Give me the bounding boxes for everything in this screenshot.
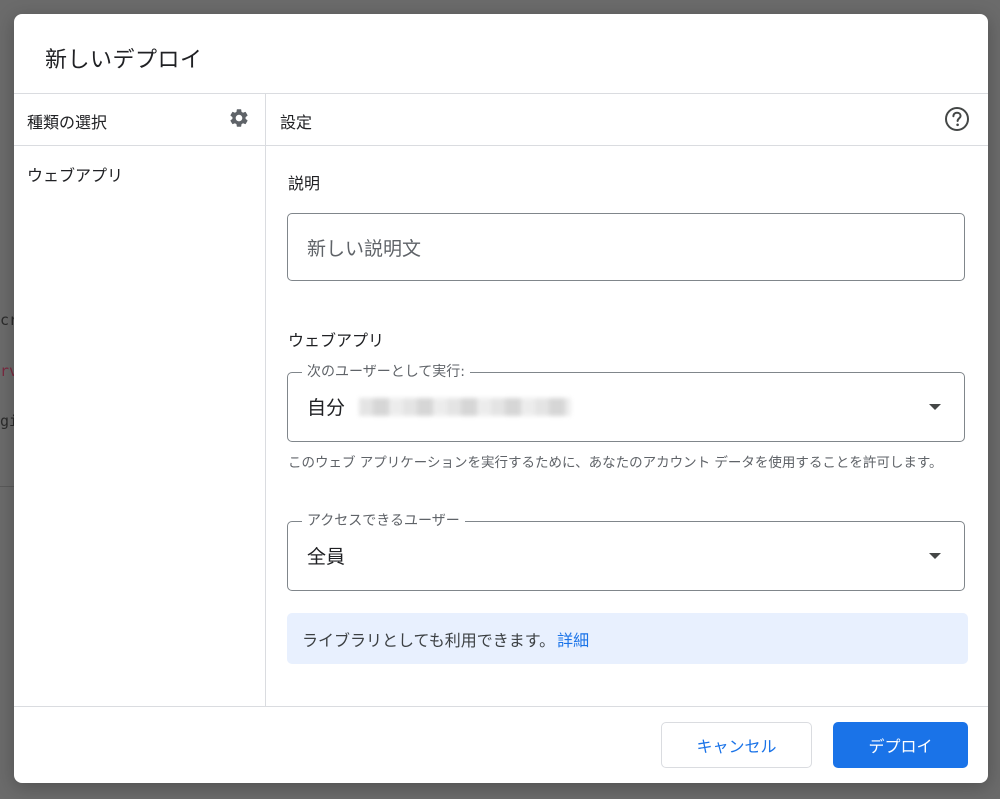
type-select-header: 種類の選択 (27, 113, 108, 132)
caret-down-icon (929, 553, 941, 559)
help-circle-icon[interactable] (944, 106, 970, 132)
access-value-text: 全員 (307, 546, 346, 568)
footer-divider (14, 706, 988, 707)
description-label: 説明 (288, 174, 321, 193)
panel-header-divider (14, 145, 988, 146)
redacted-email (359, 397, 572, 416)
access-legend: アクセスできるユーザー (302, 512, 465, 530)
execute-as-value-text: 自分 (307, 397, 346, 419)
gear-icon[interactable] (228, 107, 250, 129)
dialog-title: 新しいデプロイ (45, 48, 203, 73)
panel-divider (265, 93, 266, 706)
learn-more-link[interactable]: 詳細 (557, 627, 589, 651)
cancel-button[interactable]: キャンセル (661, 722, 812, 768)
settings-header: 設定 (280, 113, 313, 132)
new-deployment-dialog: 新しいデプロイ 種類の選択 ウェブアプリ 設定 説明 新しい説明文 ウェブアプリ… (14, 14, 988, 783)
access-value: 全員 (307, 542, 345, 569)
background-divider (0, 486, 14, 487)
execute-as-select[interactable]: 次のユーザーとして実行: 自分 (287, 363, 965, 442)
type-item-web-app[interactable]: ウェブアプリ (27, 162, 123, 186)
execute-as-legend: 次のユーザーとして実行: (302, 363, 471, 381)
deploy-button[interactable]: デプロイ (833, 722, 968, 768)
library-info-text: ライブラリとしても利用できます。 (302, 630, 556, 650)
header-divider (14, 93, 988, 94)
access-select[interactable]: アクセスできるユーザー 全員 (287, 512, 965, 591)
description-input[interactable]: 新しい説明文 (287, 213, 965, 281)
execute-as-value: 自分 (307, 393, 572, 420)
caret-down-icon (929, 404, 941, 410)
description-placeholder: 新しい説明文 (307, 237, 422, 260)
execute-as-help-text: このウェブ アプリケーションを実行するために、あなたのアカウント データを使用す… (288, 455, 943, 471)
web-app-section-label: ウェブアプリ (288, 331, 385, 350)
library-info-banner: ライブラリとしても利用できます。 詳細 (287, 613, 968, 664)
